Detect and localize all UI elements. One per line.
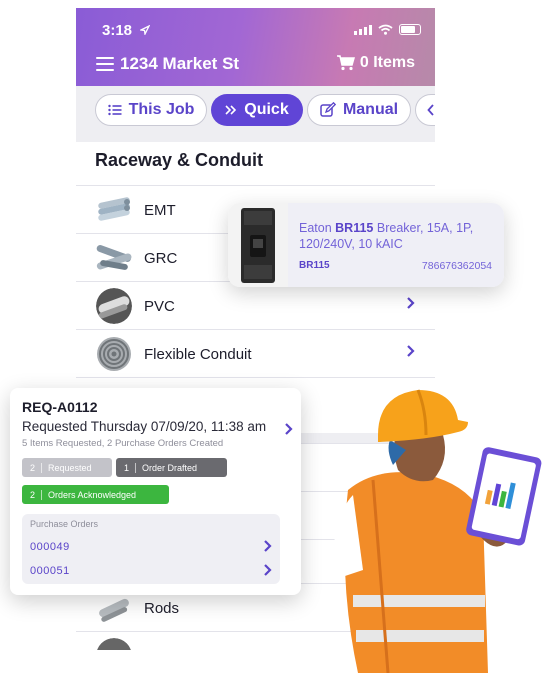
list-icon (107, 104, 122, 116)
badge-orders-acknowledged: 2 Orders Acknowledged (22, 485, 169, 504)
status-time: 3:18 (102, 22, 133, 39)
flexible-conduit-thumbnail (97, 337, 131, 371)
edit-icon (320, 102, 336, 117)
breaker-image (228, 203, 288, 287)
wifi-icon (378, 24, 393, 35)
tab-bar: This Job Quick Manual (76, 86, 435, 142)
item-thumbnail (97, 638, 131, 650)
cart-button[interactable]: 0 Items (336, 54, 415, 72)
product-popup[interactable]: Eaton BR115 Breaker, 15A, 1P, 120/240V, … (228, 203, 504, 287)
badge-count: 2 (30, 462, 43, 473)
request-date: Requested Thursday 07/09/20, 11:38 am (22, 419, 267, 434)
chevron-right-icon (407, 297, 415, 309)
tab-this-job-label: This Job (128, 101, 195, 118)
list-item-label: GRC (144, 249, 178, 267)
product-code: BR115 (299, 260, 330, 271)
tab-quick-label: Quick (244, 101, 289, 118)
battery-icon (399, 24, 421, 35)
worker-illustration (333, 389, 542, 673)
badge-label: Order Drafted (142, 462, 198, 473)
request-summary: 5 Items Requested, 2 Purchase Orders Cre… (22, 438, 224, 449)
double-chevron-icon (225, 105, 237, 115)
tab-this-job[interactable]: This Job (95, 94, 207, 126)
product-details: Eaton BR115 Breaker, 15A, 1P, 120/240V, … (288, 203, 504, 287)
emt-thumbnail (98, 197, 130, 221)
chevron-right-icon[interactable] (284, 422, 293, 436)
status-icons (354, 24, 421, 35)
product-code-inline: BR115 (335, 221, 374, 235)
purchase-order-row[interactable]: 000049 (30, 540, 272, 553)
request-id: REQ-A0112 (22, 399, 98, 415)
location-arrow-icon (140, 25, 150, 35)
product-brand: Eaton (299, 221, 332, 235)
breaker-icon (241, 208, 275, 283)
chevron-left-icon (427, 104, 434, 116)
chevron-right-icon (407, 345, 415, 357)
badge-requested: 2 Requested (22, 458, 112, 477)
tab-manual[interactable]: Manual (307, 94, 411, 126)
purchase-order-row[interactable]: 000051 (30, 564, 272, 577)
badge-label: Orders Acknowledged (48, 489, 137, 500)
product-upc: 786676362054 (421, 260, 492, 272)
purchase-orders-title: Purchase Orders (30, 519, 99, 529)
rods-thumbnail (99, 598, 129, 622)
pvc-thumbnail (96, 288, 132, 324)
list-item-label: Flexible Conduit (144, 345, 252, 363)
tab-manual-label: Manual (342, 101, 399, 118)
badge-count: 1 (124, 462, 137, 473)
purchase-order-number: 000051 (30, 565, 70, 577)
list-item-flexible-conduit[interactable]: Flexible Conduit (76, 329, 435, 378)
cart-label: 0 Items (359, 54, 415, 71)
purchase-order-number: 000049 (30, 541, 70, 553)
cart-icon (336, 55, 355, 71)
list-item-label: PVC (144, 297, 175, 315)
app-header: 3:18 1234 Market St 0 Items (76, 8, 435, 86)
tab-more[interactable] (415, 94, 435, 126)
list-item-label: EMT (144, 201, 176, 219)
menu-icon[interactable] (96, 57, 114, 75)
grc-thumbnail (96, 245, 132, 270)
chevron-right-icon (264, 540, 272, 552)
purchase-orders-panel: Purchase Orders 000049 000051 (22, 514, 280, 584)
product-description: Eaton BR115 Breaker, 15A, 1P, 120/240V, … (299, 220, 495, 252)
tab-quick[interactable]: Quick (211, 94, 303, 126)
chevron-right-icon (264, 564, 272, 576)
signal-icon (354, 24, 372, 35)
section-title: Raceway & Conduit (95, 150, 264, 170)
badge-label: Requested (48, 462, 92, 473)
badge-order-drafted: 1 Order Drafted (116, 458, 227, 477)
badge-count: 2 (30, 489, 43, 500)
request-card[interactable]: REQ-A0112 Requested Thursday 07/09/20, 1… (10, 388, 301, 595)
list-item-label: Rods (144, 599, 180, 617)
list-item-pvc[interactable]: PVC (76, 281, 435, 330)
job-address[interactable]: 1234 Market St (120, 54, 239, 74)
